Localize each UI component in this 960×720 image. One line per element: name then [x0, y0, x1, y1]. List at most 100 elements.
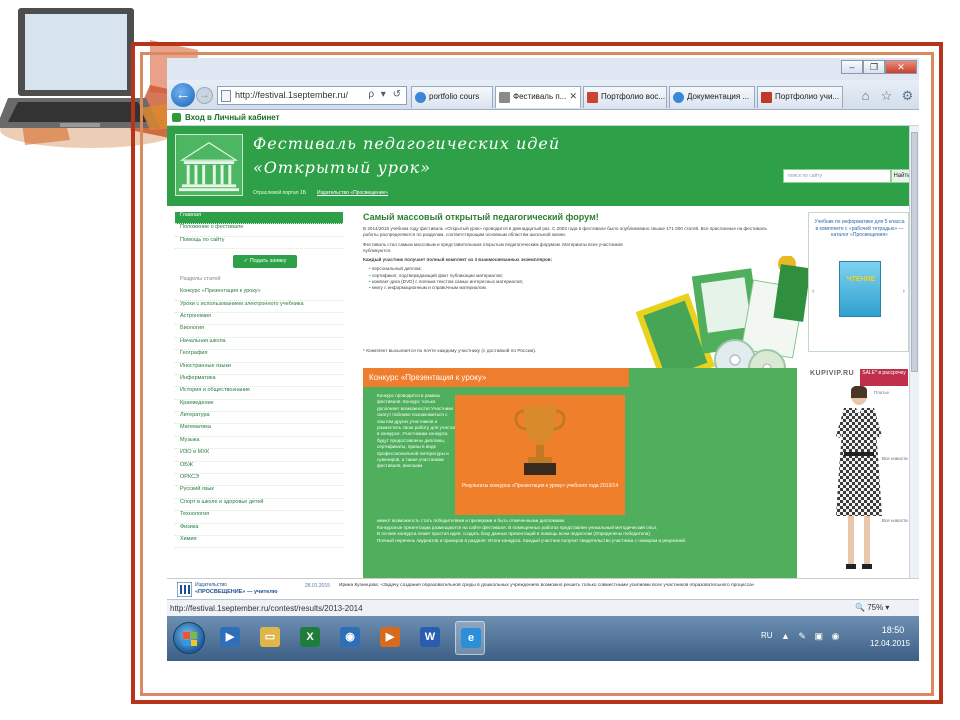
submit-application-button[interactable]: ✓ Подать заявку [233, 255, 297, 269]
ad-more-link[interactable]: Все новости [882, 456, 908, 461]
sidebar-item[interactable]: Биология [175, 325, 343, 338]
tab-portfolio-uchi[interactable]: Портфолио учи... [757, 86, 843, 108]
page-icon [221, 90, 231, 102]
header-sub-link-1[interactable]: Отраслевой портал 1Б [253, 190, 306, 196]
contest-line: имеют возможность стать победителями и п… [377, 518, 566, 523]
sidebar-item[interactable]: Астрономия [175, 313, 343, 326]
page-title: Самый массовый открытый педагогический ф… [363, 212, 599, 222]
sidebar-item[interactable]: Начальная школа [175, 338, 343, 351]
footnote: * Комплект высылается по почте каждому у… [363, 349, 537, 354]
close-button[interactable]: ✕ [885, 60, 917, 74]
header-sub-link-2[interactable]: Издательство «Просвещение» [317, 190, 388, 196]
minimize-button[interactable]: – [841, 60, 863, 74]
ad-book-title: ЧТЕНИЕ [846, 276, 876, 283]
tab-portfolio-cours[interactable]: portfolio cours [411, 86, 493, 108]
ad-book-cover: ЧТЕНИЕ [839, 261, 881, 317]
excel-icon[interactable]: X [295, 621, 325, 655]
news-date: 28.01.2015 [305, 583, 331, 589]
browser-titlebar: – ❐ ✕ [167, 58, 919, 80]
address-url[interactable]: http://festival.1september.ru/ [235, 90, 348, 100]
sidebar-item[interactable]: Конкурс «Презентация к уроку» [175, 288, 343, 301]
window-controls: – ❐ ✕ [841, 60, 917, 74]
sale-badge: SALE* в рассрочку [860, 369, 908, 386]
ie-icon[interactable]: e [455, 621, 485, 655]
clock-time[interactable]: 18:50 [873, 625, 913, 635]
login-link[interactable]: Вход в Личный кабинет [185, 113, 280, 122]
intro-paragraph-3: Каждый участник получает полный комплект… [363, 257, 553, 263]
sidebar-item[interactable]: Физика [175, 524, 343, 536]
sidebar-item[interactable]: Технология [175, 511, 343, 524]
contest-text: Конкурс проводится в рамках фестиваля. К… [377, 393, 457, 469]
tab-festival[interactable]: Фестиваль п... ✕ [495, 86, 581, 108]
ad-prev-icon[interactable]: ‹ [812, 288, 814, 295]
tab-icon [415, 92, 426, 103]
sidebar-item[interactable]: Литература [175, 412, 343, 425]
sidebar-item[interactable]: Химия [175, 536, 343, 549]
left-sidebar: Главная Положение о фестивале Помощь по … [175, 212, 343, 578]
tab-label: Портфолио учи... [775, 92, 840, 101]
sidebar-item[interactable]: Краеведение [175, 400, 343, 413]
sidebar-item[interactable]: География [175, 350, 343, 363]
vertical-scrollbar[interactable] [909, 126, 919, 578]
clock-date[interactable]: 12.04.2015 [865, 639, 915, 648]
forward-button[interactable]: → [196, 87, 213, 104]
contest-line: В основе конкурса лежит простая идея: со… [377, 531, 652, 537]
presentation-icon[interactable]: ▶ [375, 621, 405, 655]
taskbar-glyph: ▶ [380, 627, 400, 647]
tab-portfolio-vos[interactable]: Портфолио вос... [583, 86, 667, 108]
taskbar-glyph: ▶ [220, 627, 240, 647]
restore-button[interactable]: ❐ [863, 60, 885, 74]
scrollbar-thumb[interactable] [911, 132, 918, 372]
sidebar-item[interactable]: История и обществознание [175, 387, 343, 400]
sidebar-item[interactable]: Спорт в школе и здоровье детей [175, 499, 343, 512]
media-player-icon[interactable]: ▶ [215, 621, 245, 655]
sidebar-item[interactable]: Музыка [175, 437, 343, 450]
browser-statusbar: http://festival.1september.ru/contest/re… [167, 599, 919, 616]
star-icon[interactable]: ☆ [879, 88, 894, 103]
news-text[interactable]: Ирина Кузнецова: «Задачу создания образо… [339, 583, 907, 588]
sidebar-item-help[interactable]: Помощь по сайту [175, 237, 343, 250]
sidebar-item[interactable]: ОБЖ [175, 462, 343, 475]
sidebar-item[interactable]: Информатика [175, 375, 343, 388]
ad-next-icon[interactable]: › [903, 288, 905, 295]
folder-icon[interactable]: ▭ [255, 621, 285, 655]
browser-navbar: ← → http://festival.1september.ru/ ρ ▾ ↺… [167, 80, 919, 110]
language-indicator[interactable]: RU [761, 631, 773, 640]
gear-icon[interactable]: ⚙ [900, 88, 915, 103]
sidebar-item[interactable]: ИЗО и МХК [175, 449, 343, 462]
sidebar-item[interactable]: Математика [175, 424, 343, 437]
volume-icon[interactable]: ◉ [335, 621, 365, 655]
sidebar-item-regulations[interactable]: Положение о фестивале [175, 224, 343, 237]
tray-icons[interactable]: ▲ ✎ ▣ ◉ [781, 631, 842, 642]
sidebar-item-home[interactable]: Главная [175, 212, 343, 225]
site-search-input[interactable]: поиск по сайту [783, 169, 891, 183]
contest-card-caption: Результаты конкурса «Презентация к уроку… [461, 483, 619, 489]
system-tray: RU ▲ ✎ ▣ ◉ 18:50 12.04.2015 [757, 616, 919, 661]
sidebar-section-heading: Разделы статей [180, 276, 221, 283]
sidebar-item[interactable]: Иностранные языки [175, 363, 343, 375]
contest-heading[interactable]: Конкурс «Презентация к уроку» [363, 368, 629, 387]
contest-results-card[interactable]: Результаты конкурса «Презентация к уроку… [455, 395, 625, 515]
ad-more-link[interactable]: Все новости [882, 518, 908, 523]
tab-documentation[interactable]: Документация ... [669, 86, 755, 108]
address-bar[interactable]: http://festival.1september.ru/ ρ ▾ ↺ [217, 86, 407, 105]
tab-close-icon[interactable]: ✕ [569, 91, 577, 102]
sidebar-item[interactable]: Уроки с использованием электронного учеб… [175, 301, 343, 313]
home-icon[interactable]: ⌂ [858, 88, 873, 103]
textbook-ad[interactable]: Учебник по информатике для 5 класса в ко… [808, 212, 909, 352]
start-button[interactable] [173, 622, 205, 654]
news-banner[interactable]: Издательство «ПРОСВЕЩЕНИЕ» — учителю 28.… [167, 578, 919, 599]
dress-ad[interactable]: KUPIVIP.RU SALE* в рассрочку Платье Все … [808, 368, 909, 578]
tab-icon [673, 92, 684, 103]
zoom-control[interactable]: 🔍 75% ▾ [855, 603, 889, 612]
address-tools-icons[interactable]: ρ ▾ ↺ [368, 89, 403, 100]
word-icon[interactable]: W [415, 621, 445, 655]
contest-block: Конкурс «Презентация к уроку» Конкурс пр… [363, 368, 797, 578]
zoom-level[interactable]: 75% [867, 603, 883, 612]
ad-brand: KUPIVIP.RU [810, 370, 855, 377]
login-icon [172, 113, 181, 122]
back-button[interactable]: ← [171, 83, 195, 107]
sidebar-item[interactable]: ОРКСЭ [175, 474, 343, 487]
sidebar-item[interactable]: Русский язык [175, 486, 343, 499]
tab-label: Фестиваль п... [513, 92, 567, 101]
